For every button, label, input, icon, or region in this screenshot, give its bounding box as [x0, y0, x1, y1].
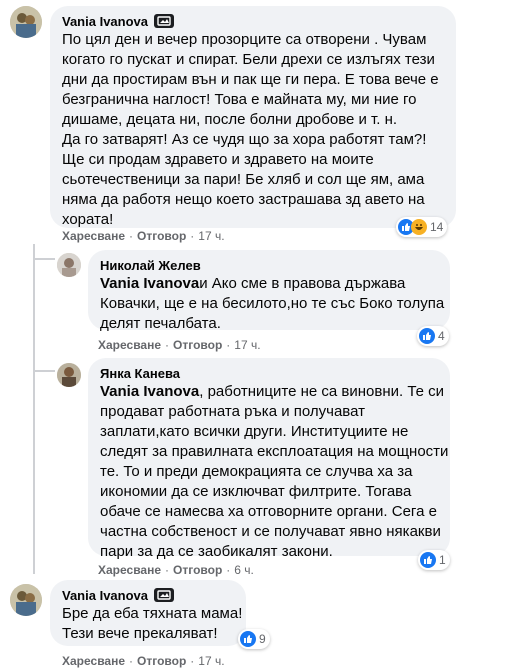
- like-link[interactable]: Харесване: [62, 654, 125, 668]
- reply-link[interactable]: Отговор: [137, 654, 186, 668]
- comment-actions: Харесване · Отговор · 6 ч.: [98, 563, 254, 577]
- reply-link[interactable]: Отговор: [173, 563, 222, 577]
- mention-link[interactable]: Vania Ivanova: [100, 275, 199, 292]
- comment-bubble: Николай Желев Vania Ivanovaи Ако сме в п…: [88, 250, 450, 332]
- like-reaction-icon: [420, 552, 436, 568]
- comment-actions: Харесване · Отговор · 17 ч.: [62, 654, 225, 668]
- comment-actions: Харесване · Отговор · 17 ч.: [98, 338, 261, 352]
- avatar[interactable]: [10, 6, 42, 38]
- comment-text: Бре да еба тяхната мама! Тези вече прека…: [62, 605, 243, 642]
- reaction-count: 1: [439, 553, 446, 567]
- haha-reaction-icon: [411, 219, 427, 235]
- reply-link[interactable]: Отговор: [137, 229, 186, 243]
- comment-actions: Харесване · Отговор · 17 ч.: [62, 229, 225, 243]
- comment-bubble: Vania Ivanova По цял ден и вечер прозорц…: [50, 6, 456, 228]
- comment-text: Vania Ivanovaи Ако сме в правова държава…: [100, 275, 445, 332]
- timestamp[interactable]: 17 ч.: [198, 654, 224, 668]
- comment-bubble: Янка Канева Vania Ivanova, работниците н…: [88, 358, 450, 560]
- avatar[interactable]: [10, 584, 42, 616]
- comment-author[interactable]: Vania Ivanova: [62, 588, 148, 603]
- reaction-summary[interactable]: 4: [417, 326, 449, 346]
- timestamp[interactable]: 17 ч.: [234, 338, 260, 352]
- comment-author[interactable]: Николай Желев: [100, 258, 201, 273]
- top-fan-badge-icon: [154, 588, 174, 602]
- comment-bubble: Vania Ivanova Бре да еба тяхната мама! Т…: [50, 580, 246, 646]
- thread-branch: [33, 370, 55, 372]
- timestamp[interactable]: 6 ч.: [234, 563, 254, 577]
- like-link[interactable]: Харесване: [98, 563, 161, 577]
- timestamp[interactable]: 17 ч.: [198, 229, 224, 243]
- reaction-count: 14: [430, 220, 444, 234]
- mention-link[interactable]: Vania Ivanova: [100, 383, 199, 400]
- reaction-summary[interactable]: 1: [418, 550, 450, 570]
- comment-text: Vania Ivanova, работниците не са виновни…: [100, 383, 449, 560]
- reaction-summary[interactable]: 14: [396, 217, 448, 237]
- like-link[interactable]: Харесване: [98, 338, 161, 352]
- top-fan-badge-icon: [154, 14, 174, 28]
- like-reaction-icon: [419, 328, 435, 344]
- reaction-count: 4: [438, 329, 445, 343]
- comment-author[interactable]: Янка Канева: [100, 366, 180, 381]
- reaction-count: 9: [259, 632, 266, 646]
- avatar[interactable]: [57, 253, 81, 277]
- comment-author[interactable]: Vania Ivanova: [62, 14, 148, 29]
- comment-text: По цял ден и вечер прозорците са отворен…: [62, 31, 439, 228]
- thread-branch: [33, 258, 55, 260]
- reply-link[interactable]: Отговор: [173, 338, 222, 352]
- reaction-summary[interactable]: 9: [238, 629, 270, 649]
- avatar[interactable]: [57, 363, 81, 387]
- like-reaction-icon: [240, 631, 256, 647]
- thread-line: [33, 244, 35, 574]
- like-link[interactable]: Харесване: [62, 229, 125, 243]
